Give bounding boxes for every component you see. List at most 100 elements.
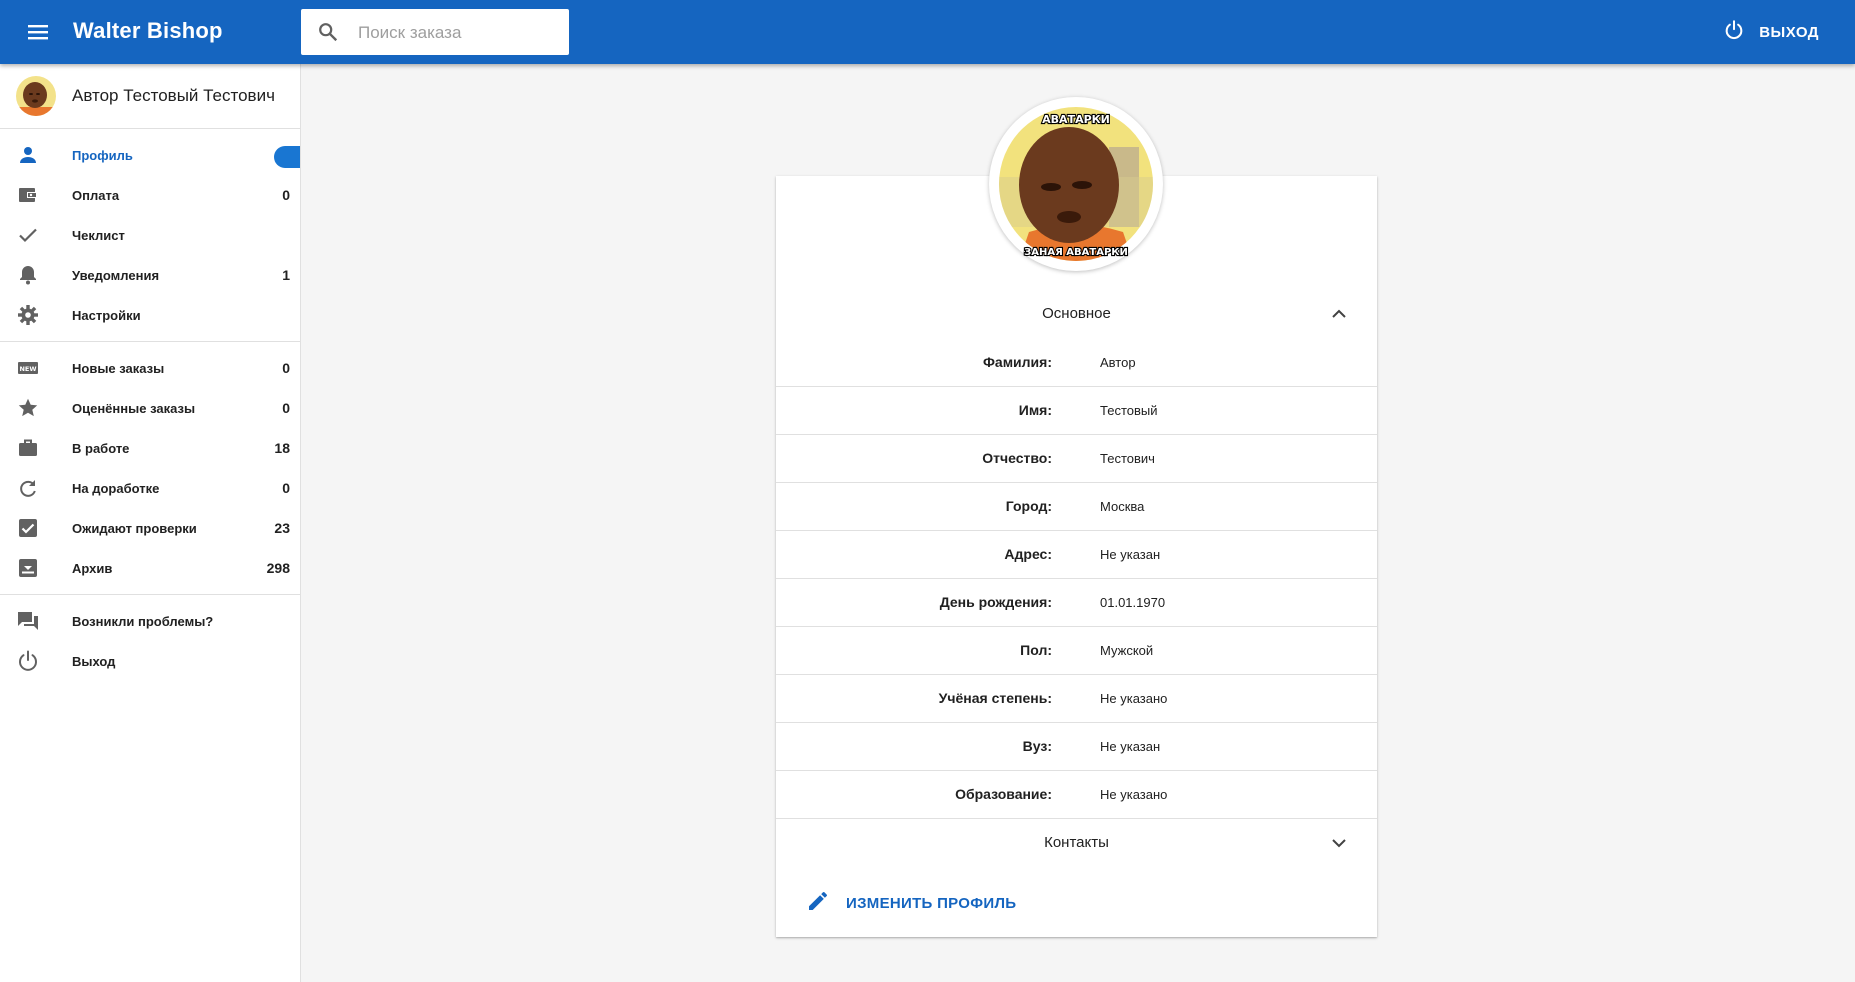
sidebar-item-awaiting-review[interactable]: Ожидают проверки 23 — [0, 508, 300, 548]
sidebar-item-count: 18 — [274, 440, 290, 456]
profile-row-gender: Пол: Мужской — [776, 626, 1377, 675]
profile-row-patronymic: Отчество: Тестович — [776, 434, 1377, 483]
top-app-bar: Walter Bishop ВЫХОД — [0, 0, 1855, 64]
section-main-title: Основное — [1042, 305, 1111, 322]
sidebar-item-count: 298 — [266, 560, 290, 576]
avatar-caption-bottom: ЗАНАЯ АВАТАРКИ — [1024, 247, 1128, 258]
field-value: Мужской — [1100, 643, 1154, 658]
person-icon — [16, 143, 40, 167]
field-label: Пол: — [1020, 642, 1052, 658]
profile-card: Основное Фамилия: Автор Имя: Тестовый От… — [776, 176, 1377, 937]
sidebar-item-rework[interactable]: На доработке 0 — [0, 468, 300, 508]
sidebar-item-checklist[interactable]: Чеклист — [0, 215, 300, 255]
edit-profile-button[interactable]: ИЗМЕНИТЬ ПРОФИЛЬ — [806, 885, 1016, 921]
section-contacts-header[interactable]: Контакты — [776, 819, 1377, 867]
field-value: Тестович — [1100, 451, 1155, 466]
sidebar-item-label: Возникли проблемы? — [72, 613, 214, 629]
power-icon — [16, 649, 40, 673]
profile-row-firstname: Имя: Тестовый — [776, 386, 1377, 435]
sidebar-item-label: Профиль — [72, 147, 133, 163]
profile-row-address: Адрес: Не указан — [776, 530, 1377, 579]
sidebar-item-label: В работе — [72, 440, 130, 456]
field-value: Не указан — [1100, 739, 1161, 754]
search-input[interactable] — [356, 9, 560, 57]
forum-icon — [16, 609, 40, 633]
pencil-icon — [806, 889, 830, 918]
field-value: Не указано — [1100, 787, 1168, 802]
sidebar-item-label: Ожидают проверки — [72, 520, 197, 536]
field-label: Отчество: — [982, 450, 1052, 466]
sidebar-item-settings[interactable]: Настройки — [0, 295, 300, 335]
sidebar-item-label: Уведомления — [72, 267, 160, 283]
logout-label: ВЫХОД — [1759, 23, 1819, 41]
sidebar: Автор Тестовый Тестович Профиль Оплата 0… — [0, 64, 301, 982]
field-value: Не указано — [1100, 691, 1168, 706]
nav-group-primary: Профиль Оплата 0 Чеклист Уведомления 1 Н… — [0, 129, 300, 342]
section-main-header[interactable]: Основное — [776, 290, 1377, 338]
profile-row-university: Вуз: Не указан — [776, 722, 1377, 771]
refresh-icon — [16, 476, 40, 500]
field-label: День рождения: — [939, 594, 1052, 610]
user-name: Автор Тестовый Тестович — [72, 86, 275, 105]
briefcase-icon — [16, 436, 40, 460]
field-label: Фамилия: — [982, 354, 1052, 370]
star-icon — [16, 396, 40, 420]
field-label: Имя: — [1018, 402, 1052, 418]
chevron-down-icon[interactable] — [1327, 831, 1351, 860]
profile-row-lastname: Фамилия: Автор — [776, 338, 1377, 387]
sidebar-item-count: 0 — [282, 480, 290, 496]
power-icon — [1723, 19, 1745, 46]
sidebar-item-logout[interactable]: Выход — [0, 641, 300, 681]
sidebar-item-label: Оценённые заказы — [72, 400, 196, 416]
app-title: Walter Bishop — [73, 18, 223, 43]
sidebar-item-payment[interactable]: Оплата 0 — [0, 175, 300, 215]
field-label: Город: — [1005, 498, 1052, 514]
sidebar-item-count: 23 — [274, 520, 290, 536]
sidebar-item-label: Новые заказы — [72, 360, 165, 376]
svg-text:NEW: NEW — [19, 365, 36, 373]
field-label: Адрес: — [1004, 546, 1052, 562]
profile-row-education: Образование: Не указано — [776, 770, 1377, 819]
field-value: 01.01.1970 — [1100, 595, 1166, 610]
sidebar-item-count: 0 — [282, 400, 290, 416]
sidebar-item-label: На доработке — [72, 480, 160, 496]
sidebar-item-label: Чеклист — [72, 227, 125, 243]
field-label: Образование: — [955, 786, 1052, 802]
sidebar-item-profile[interactable]: Профиль — [0, 135, 300, 175]
avatar-caption-top: АВАТАРКИ — [1042, 113, 1110, 126]
gear-icon — [16, 303, 40, 327]
sidebar-item-label: Выход — [72, 653, 116, 669]
section-contacts-title: Контакты — [1044, 834, 1109, 851]
sidebar-item-new-orders[interactable]: NEW Новые заказы 0 — [0, 348, 300, 388]
logout-button[interactable]: ВЫХОД — [1723, 18, 1819, 46]
sidebar-user[interactable]: Автор Тестовый Тестович — [0, 64, 300, 129]
field-value: Автор — [1100, 355, 1136, 370]
field-value: Тестовый — [1100, 403, 1158, 418]
field-value: Не указан — [1100, 547, 1161, 562]
sidebar-item-label: Архив — [72, 560, 113, 576]
sidebar-item-label: Оплата — [72, 187, 120, 203]
sidebar-item-count: 0 — [282, 187, 290, 203]
profile-avatar: АВАТАРКИ ЗАНАЯ АВАТАРКИ — [989, 97, 1163, 271]
field-value: Москва — [1100, 499, 1145, 514]
sidebar-item-count: 1 — [282, 267, 290, 283]
sidebar-item-archive[interactable]: Архив 298 — [0, 548, 300, 588]
sidebar-item-notifications[interactable]: Уведомления 1 — [0, 255, 300, 295]
wallet-icon — [16, 183, 40, 207]
chevron-up-icon[interactable] — [1327, 302, 1351, 331]
profile-row-degree: Учёная степень: Не указано — [776, 674, 1377, 723]
field-label: Вуз: — [1022, 738, 1052, 754]
search-box — [301, 9, 569, 57]
profile-row-birthday: День рождения: 01.01.1970 — [776, 578, 1377, 627]
sidebar-item-in-work[interactable]: В работе 18 — [0, 428, 300, 468]
new-icon: NEW — [16, 356, 40, 380]
sidebar-item-rated-orders[interactable]: Оценённые заказы 0 — [0, 388, 300, 428]
sidebar-item-count: 0 — [282, 360, 290, 376]
archive-icon — [16, 556, 40, 580]
edit-profile-label: ИЗМЕНИТЬ ПРОФИЛЬ — [846, 894, 1017, 912]
nav-group-help: Возникли проблемы? Выход — [0, 595, 300, 687]
field-label: Учёная степень: — [938, 690, 1052, 706]
menu-icon[interactable] — [28, 20, 56, 44]
sidebar-item-problems[interactable]: Возникли проблемы? — [0, 601, 300, 641]
profile-row-city: Город: Москва — [776, 482, 1377, 531]
